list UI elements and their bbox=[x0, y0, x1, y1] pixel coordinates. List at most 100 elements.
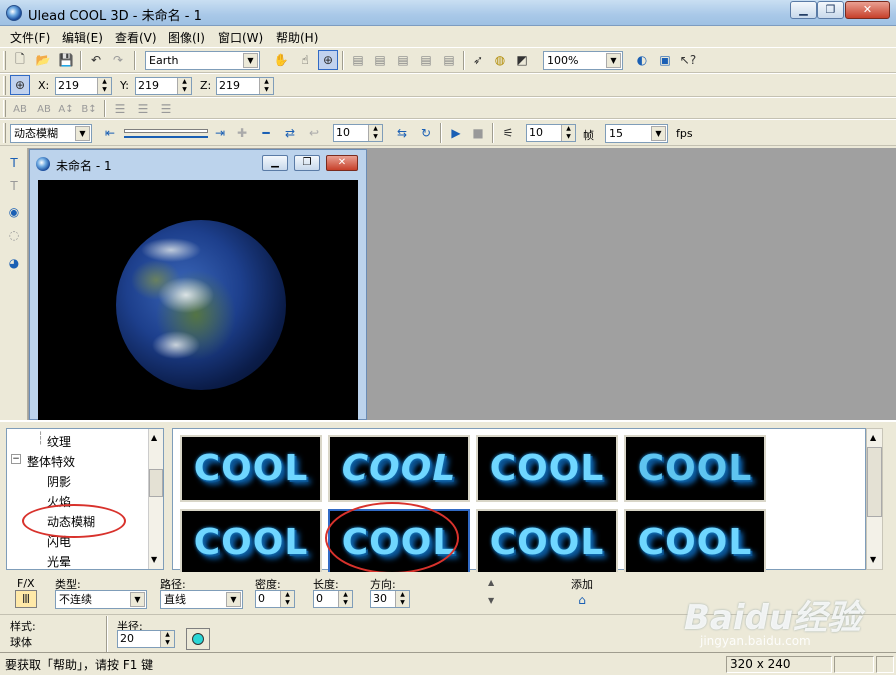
density-spinner[interactable]: ▲ ▼ bbox=[280, 591, 294, 607]
edit-geometry-icon[interactable]: ◌ bbox=[4, 225, 24, 245]
menu-image[interactable]: 图像(I) bbox=[168, 29, 205, 46]
save-icon[interactable]: 💾 bbox=[56, 50, 76, 70]
render-canvas[interactable] bbox=[38, 180, 358, 420]
add-keyframe-icon[interactable]: ✚ bbox=[232, 123, 252, 143]
scroll-down-icon[interactable]: ▼ bbox=[151, 555, 157, 564]
fx-toggle-icon[interactable]: Ⅲ bbox=[15, 590, 37, 608]
insert-graphic-icon[interactable]: ◕ bbox=[4, 253, 24, 273]
earth-object[interactable] bbox=[116, 220, 286, 390]
toolbar-grip[interactable] bbox=[3, 123, 6, 143]
tree-scrollbar[interactable]: ▲ ▼ bbox=[148, 429, 163, 569]
effect-combo[interactable]: 动态模糊 ▼ bbox=[10, 124, 92, 143]
type-combo[interactable]: 不连续 ▼ bbox=[55, 590, 147, 609]
text-ab-italic-icon[interactable]: AB bbox=[34, 99, 54, 119]
redo-icon[interactable]: ↷ bbox=[108, 50, 128, 70]
align-icon-4[interactable]: ▤ bbox=[416, 50, 436, 70]
chevron-down-icon[interactable]: ▼ bbox=[226, 592, 241, 607]
size-tool-icon[interactable]: ⊕ bbox=[318, 50, 338, 70]
align-icon-2[interactable]: ▤ bbox=[370, 50, 390, 70]
last-frame-icon[interactable]: ⇥ bbox=[210, 123, 230, 143]
chevron-down-icon[interactable]: ▼ bbox=[606, 53, 621, 68]
thumb-scroll-thumb[interactable] bbox=[867, 447, 882, 517]
menu-view[interactable]: 查看(V) bbox=[115, 29, 157, 46]
fps-combo[interactable]: 15 ▼ bbox=[605, 124, 668, 143]
toolbar-grip[interactable] bbox=[3, 76, 6, 95]
insert-geometry-icon[interactable]: ◉ bbox=[4, 202, 24, 222]
help-pointer-icon[interactable]: ↖? bbox=[678, 50, 698, 70]
stop-icon[interactable]: ■ bbox=[468, 123, 488, 143]
direction-input[interactable]: 30 ▲ ▼ bbox=[370, 590, 410, 608]
scroll-down-icon[interactable]: ▼ bbox=[870, 555, 876, 564]
color-button[interactable] bbox=[186, 628, 210, 650]
undo-icon[interactable]: ↶ bbox=[86, 50, 106, 70]
thumbnail-scrollbar[interactable]: ▲ ▼ bbox=[866, 428, 883, 570]
density-input[interactable]: 0 ▲ ▼ bbox=[255, 590, 295, 608]
tree-item-shadow[interactable]: 阴影 bbox=[47, 473, 71, 490]
length-input[interactable]: 0 ▲ ▼ bbox=[313, 590, 353, 608]
position-tool-icon[interactable]: ⊕ bbox=[10, 75, 30, 95]
loop-icon[interactable]: ↻ bbox=[416, 123, 436, 143]
x-spinner[interactable]: ▲ ▼ bbox=[97, 78, 111, 94]
align-icon-3[interactable]: ▤ bbox=[393, 50, 413, 70]
toolbar-grip[interactable] bbox=[3, 100, 6, 117]
play-icon[interactable]: ▶ bbox=[446, 123, 466, 143]
y-spinner[interactable]: ▲ ▼ bbox=[177, 78, 191, 94]
new-file-icon[interactable]: 🗋 bbox=[10, 50, 30, 70]
zoom-combo[interactable]: 100% ▼ bbox=[543, 51, 623, 70]
path-combo[interactable]: 直线 ▼ bbox=[160, 590, 243, 609]
speed-input[interactable]: 10 ▲ ▼ bbox=[526, 124, 576, 142]
tree-item-texture[interactable]: 纹理 bbox=[47, 433, 71, 450]
camera-icon[interactable]: ◩ bbox=[512, 50, 532, 70]
pingpong-icon[interactable]: ⇆ bbox=[392, 123, 412, 143]
smooth-motion-icon[interactable]: ⚟ bbox=[498, 123, 518, 143]
text-a-spacing-icon[interactable]: A↕ bbox=[56, 99, 76, 119]
align-center-icon[interactable]: ☰ bbox=[133, 99, 153, 119]
effect-thumbnail[interactable]: COOL bbox=[180, 509, 322, 576]
text-ab-icon[interactable]: AB bbox=[10, 99, 30, 119]
scroll-up-icon[interactable]: ▲ bbox=[870, 433, 876, 442]
add-effect-icon[interactable]: ⌂ bbox=[572, 590, 592, 610]
effect-thumbnail[interactable]: COOL bbox=[476, 509, 618, 576]
frame-input[interactable]: 10 ▲ ▼ bbox=[333, 124, 383, 142]
scroll-up-icon[interactable]: ▲ bbox=[488, 578, 494, 587]
effect-thumbnail[interactable]: COOL bbox=[624, 509, 766, 576]
hand-move-icon[interactable]: ✋ bbox=[271, 50, 291, 70]
align-icon-5[interactable]: ▤ bbox=[439, 50, 459, 70]
open-folder-icon[interactable]: 📂 bbox=[33, 50, 53, 70]
reverse-keyframe-icon[interactable]: ⇄ bbox=[280, 123, 300, 143]
object-combo[interactable]: Earth ▼ bbox=[145, 51, 260, 70]
remove-keyframe-icon[interactable]: ━ bbox=[256, 123, 276, 143]
z-input[interactable]: 219 ▲ ▼ bbox=[216, 77, 274, 95]
doc-close-button[interactable]: ✕ bbox=[326, 155, 358, 171]
radius-input[interactable]: 20 ▲ ▼ bbox=[117, 630, 175, 648]
chevron-down-icon[interactable]: ▼ bbox=[651, 126, 666, 141]
doc-minimize-button[interactable]: ▁ bbox=[262, 155, 288, 171]
text-b-spacing-icon[interactable]: B↕ bbox=[79, 99, 99, 119]
maximize-button[interactable]: ❐ bbox=[817, 1, 844, 19]
effect-thumbnail[interactable]: COOL bbox=[180, 435, 322, 502]
x-input[interactable]: 219 ▲ ▼ bbox=[55, 77, 112, 95]
first-frame-icon[interactable]: ⇤ bbox=[100, 123, 120, 143]
menu-file[interactable]: 文件(F) bbox=[10, 29, 50, 46]
timeline-slider[interactable] bbox=[124, 129, 208, 133]
minimize-button[interactable]: ▁ bbox=[790, 1, 817, 19]
chevron-down-icon[interactable]: ▼ bbox=[243, 53, 258, 68]
loop-back-icon[interactable]: ↩ bbox=[304, 123, 324, 143]
close-button[interactable]: ✕ bbox=[845, 1, 890, 19]
direction-spinner[interactable]: ▲ ▼ bbox=[395, 591, 409, 607]
radius-spinner[interactable]: ▲ ▼ bbox=[160, 631, 174, 647]
easy-palette-icon[interactable]: ▣ bbox=[655, 50, 675, 70]
tree-item-global-effects[interactable]: 整体特效 bbox=[27, 453, 75, 470]
scroll-down-icon[interactable]: ▼ bbox=[488, 596, 494, 605]
menu-edit[interactable]: 编辑(E) bbox=[62, 29, 103, 46]
resize-grip[interactable] bbox=[876, 656, 894, 673]
speed-spinner[interactable]: ▲ ▼ bbox=[561, 125, 575, 141]
pointer-icon[interactable]: ➶ bbox=[468, 50, 488, 70]
effect-thumbnail[interactable]: COOL bbox=[476, 435, 618, 502]
scroll-up-icon[interactable]: ▲ bbox=[151, 433, 157, 442]
timeline-range[interactable] bbox=[124, 136, 208, 142]
edit-text-icon[interactable]: T bbox=[4, 176, 24, 196]
insert-text-icon[interactable]: T bbox=[4, 153, 24, 173]
chevron-down-icon[interactable]: ▼ bbox=[130, 592, 145, 607]
chevron-down-icon[interactable]: ▼ bbox=[75, 126, 90, 141]
